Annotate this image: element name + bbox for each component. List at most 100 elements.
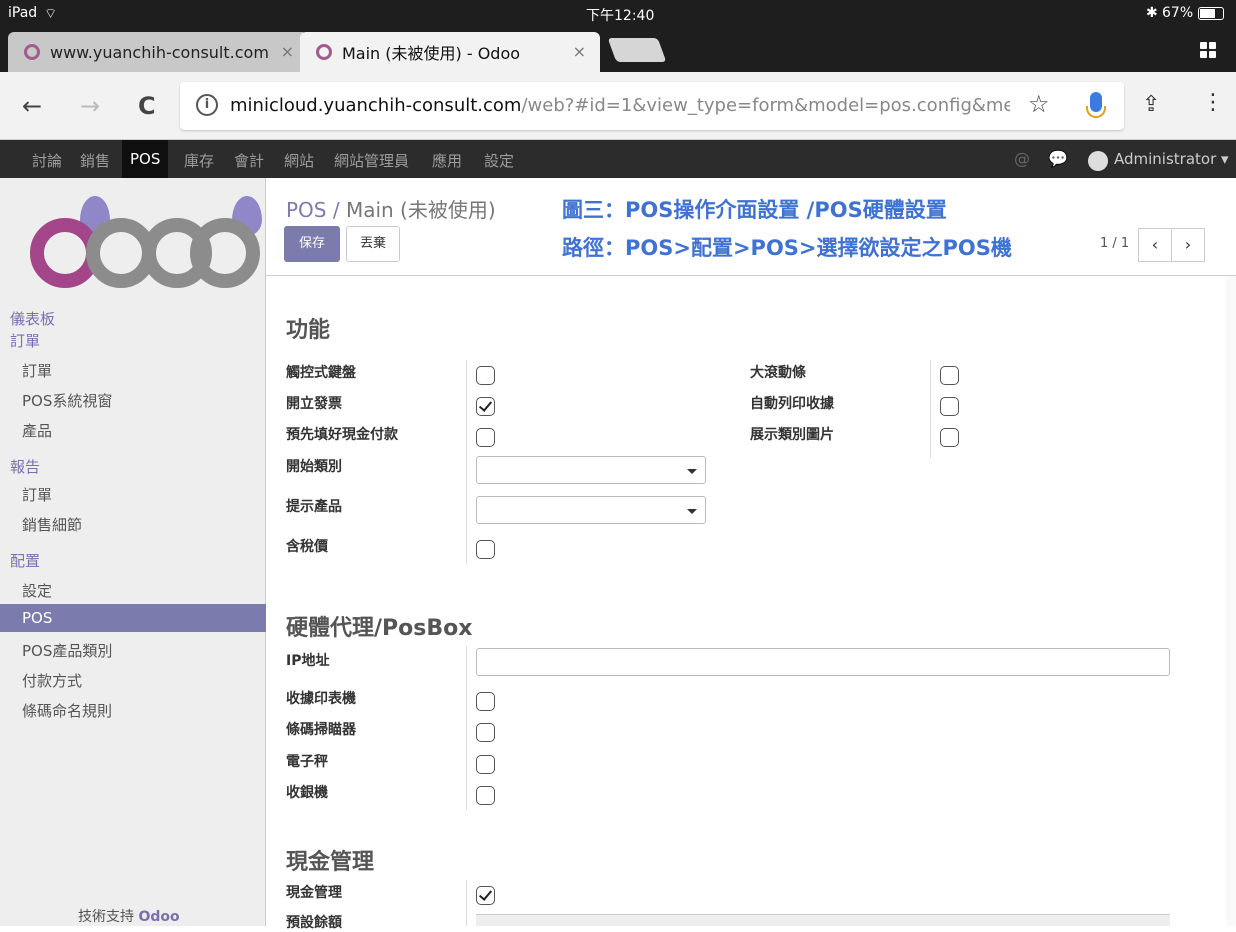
label-large-scrollbar: 大滾動條 — [750, 365, 806, 381]
label-suggested-product: 提示產品 — [286, 499, 342, 515]
invoicing-checkbox[interactable] — [476, 397, 495, 416]
label-barcode-scanner: 條碼掃瞄器 — [286, 722, 356, 738]
chat-icon[interactable]: 💬 — [1048, 149, 1068, 168]
ios-status-bar: iPad ⌔ 下午12:40 ✱ 67% — [0, 0, 1236, 28]
info-icon[interactable]: i — [196, 94, 218, 116]
sidebar-item-settings[interactable]: 設定 — [22, 580, 52, 601]
reload-icon[interactable]: C — [138, 92, 156, 120]
forward-arrow-icon[interactable]: → — [80, 92, 100, 120]
browser-tab-yuanchih[interactable]: www.yuanchih-consult.com × — [8, 32, 308, 72]
bookmark-star-icon[interactable]: ☆ — [1028, 90, 1050, 118]
sidebar-item-payment-methods[interactable]: 付款方式 — [22, 670, 82, 691]
control-panel: POS / Main (未被使用) 保存 丟棄 圖三：POS操作介面設置 /PO… — [266, 178, 1236, 276]
large-scrollbar-checkbox[interactable] — [940, 366, 959, 385]
tab-label: www.yuanchih-consult.com — [50, 42, 269, 62]
sidebar: 儀表板 訂單 訂單 POS系統視窗 產品 報告 訂單 銷售細節 配置 設定 PO… — [0, 178, 266, 926]
sidebar-item-dashboard[interactable]: 儀表板 — [10, 308, 55, 329]
label-category-images: 展示類別圖片 — [750, 427, 834, 443]
menu-website-admin[interactable]: 網站管理員 — [334, 150, 409, 171]
clock: 下午12:40 — [586, 8, 655, 24]
label-auto-print-receipt: 自動列印收據 — [750, 396, 834, 412]
bluetooth-icon: ✱ — [1146, 5, 1158, 21]
odoo-logo — [30, 196, 262, 288]
at-mention-icon[interactable]: @ — [1014, 149, 1030, 168]
menu-discuss[interactable]: 討論 — [32, 150, 62, 171]
powered-by[interactable]: 技術支持 Odoo — [78, 906, 180, 926]
sidebar-header-orders: 訂單 — [10, 332, 41, 350]
breadcrumb: POS / Main (未被使用) — [286, 194, 496, 223]
form-sheet: 功能 觸控式鍵盤 開立發票 預先填好現金付款 開始類別 提示產品 含稅價 大滾動… — [266, 276, 1226, 931]
menu-apps[interactable]: 應用 — [432, 150, 462, 171]
sidebar-item-pos-session[interactable]: POS系統視窗 — [22, 390, 112, 411]
prefill-cash-checkbox[interactable] — [476, 428, 495, 447]
section-features-title: 功能 — [286, 318, 331, 343]
discard-button[interactable]: 丟棄 — [346, 226, 400, 262]
start-category-select[interactable] — [476, 456, 706, 484]
sidebar-item-pos[interactable]: POS — [0, 604, 266, 632]
battery-percent: 67% — [1162, 5, 1194, 21]
label-touch-keyboard: 觸控式鍵盤 — [286, 365, 356, 381]
auto-print-receipt-checkbox[interactable] — [940, 397, 959, 416]
receipt-printer-checkbox[interactable] — [476, 692, 495, 711]
label-prefill-cash: 預先填好現金付款 — [286, 427, 398, 443]
sidebar-item-sales-details[interactable]: 銷售細節 — [22, 514, 82, 535]
pager-previous-button[interactable]: ‹ — [1138, 228, 1172, 262]
default-balance-table-header — [476, 914, 1170, 926]
ip-address-input[interactable] — [476, 648, 1170, 676]
device-name: iPad — [8, 5, 38, 21]
odoo-favicon-icon — [316, 44, 332, 60]
sidebar-item-products[interactable]: 產品 — [22, 420, 52, 441]
url-text[interactable]: minicloud.yuanchih-consult.com/web?#id=1… — [230, 95, 1010, 116]
label-default-balance: 預設餘額 — [286, 915, 342, 931]
back-arrow-icon[interactable]: ← — [22, 92, 42, 120]
battery-icon — [1198, 7, 1224, 20]
address-bar[interactable]: i minicloud.yuanchih-consult.com/web?#id… — [180, 82, 1124, 130]
breadcrumb-parent[interactable]: POS / — [286, 198, 340, 222]
browser-toolbar: ← → C i minicloud.yuanchih-consult.com/w… — [0, 72, 1236, 140]
menu-accounting[interactable]: 會計 — [234, 150, 264, 171]
category-images-checkbox[interactable] — [940, 428, 959, 447]
menu-website[interactable]: 網站 — [284, 150, 314, 171]
sidebar-item-barcode-nomenclature[interactable]: 條碼命名規則 — [22, 700, 112, 721]
sidebar-item-orders[interactable]: 訂單 — [22, 360, 52, 381]
menu-pos[interactable]: POS — [122, 140, 169, 178]
menu-inventory[interactable]: 庫存 — [184, 150, 214, 171]
new-tab-button[interactable] — [607, 38, 667, 62]
tab-switcher-icon[interactable] — [1200, 42, 1216, 58]
more-menu-icon[interactable]: ⋮ — [1202, 90, 1224, 115]
menu-settings[interactable]: 設定 — [484, 150, 514, 171]
tab-close-icon[interactable]: × — [573, 42, 586, 61]
sidebar-item-report-orders[interactable]: 訂單 — [22, 484, 52, 505]
label-tax-included: 含稅價 — [286, 539, 328, 555]
label-cash-control: 現金管理 — [286, 885, 342, 901]
share-icon[interactable]: ⇪ — [1142, 92, 1160, 117]
save-button[interactable]: 保存 — [284, 226, 340, 262]
sidebar-item-pos-categories[interactable]: POS產品類別 — [22, 640, 112, 661]
sidebar-header-config: 配置 — [10, 552, 41, 570]
suggested-product-select[interactable] — [476, 496, 706, 524]
barcode-scanner-checkbox[interactable] — [476, 723, 495, 742]
odoo-top-menu: 討論 銷售 POS 庫存 會計 網站 網站管理員 應用 設定 @ 💬 Admin… — [0, 140, 1236, 178]
sidebar-header-reports: 報告 — [10, 458, 41, 476]
avatar[interactable] — [1088, 151, 1108, 171]
browser-tab-odoo-main[interactable]: Main (未被使用) - Odoo × — [300, 32, 600, 72]
electronic-scale-checkbox[interactable] — [476, 755, 495, 774]
odoo-favicon-icon — [24, 44, 40, 60]
menu-sales[interactable]: 銷售 — [80, 150, 110, 171]
wifi-icon: ⌔ — [44, 6, 58, 22]
section-hardware-title: 硬體代理/PosBox — [286, 616, 473, 641]
cashdrawer-checkbox[interactable] — [476, 786, 495, 805]
tax-included-checkbox[interactable] — [476, 540, 495, 559]
label-electronic-scale: 電子秤 — [286, 754, 328, 770]
user-menu[interactable]: Administrator ▾ — [1114, 150, 1229, 168]
pager-next-button[interactable]: › — [1171, 228, 1205, 262]
touch-keyboard-checkbox[interactable] — [476, 366, 495, 385]
tab-close-icon[interactable]: × — [281, 42, 294, 61]
microphone-icon[interactable] — [1086, 92, 1106, 118]
label-cashdrawer: 收銀機 — [286, 785, 328, 801]
pager-value[interactable]: 1 / 1 — [1100, 236, 1129, 251]
label-receipt-printer: 收據印表機 — [286, 691, 356, 707]
cash-control-checkbox[interactable] — [476, 886, 495, 905]
label-ip-address: IP地址 — [286, 653, 330, 669]
section-cash-title: 現金管理 — [286, 850, 375, 875]
